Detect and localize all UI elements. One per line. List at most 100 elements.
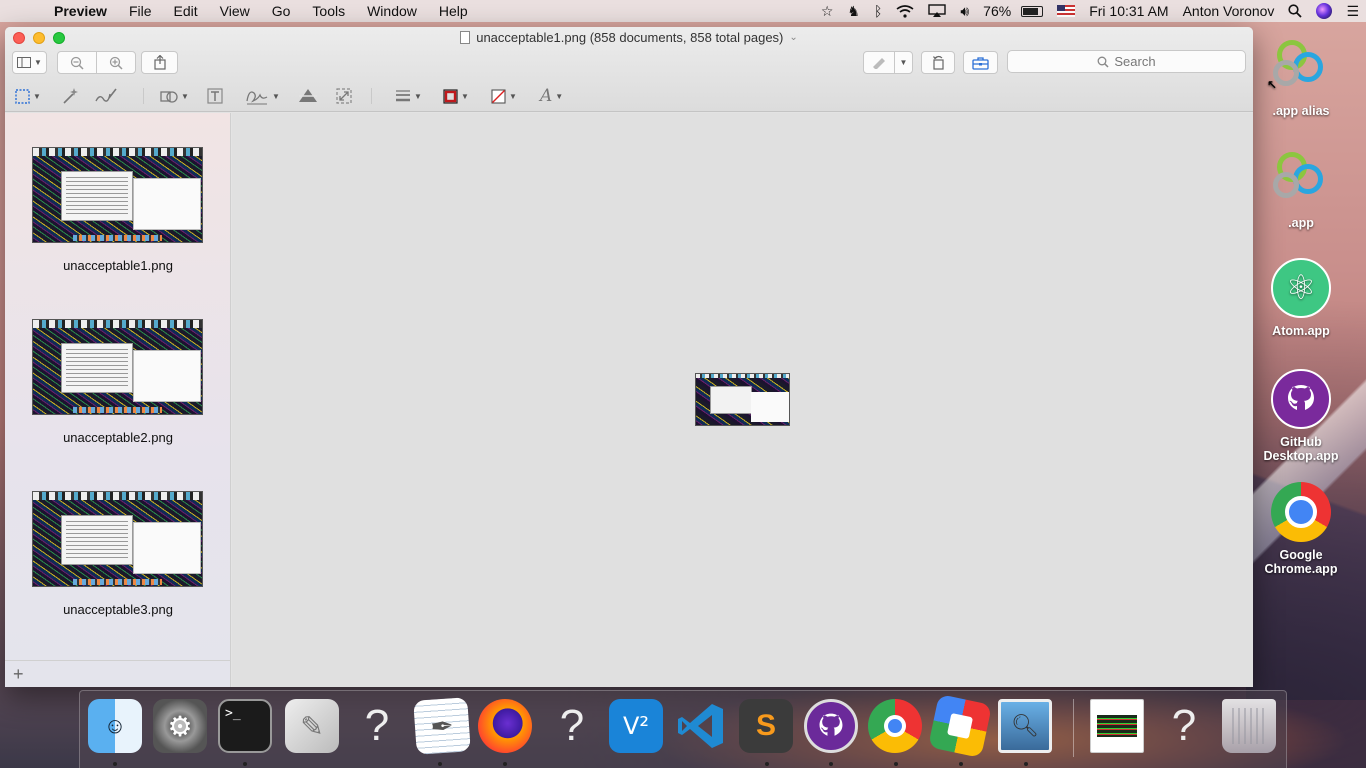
text-style-icon: A — [540, 86, 553, 106]
battery-percent[interactable]: 76% — [976, 3, 1011, 19]
volume-icon[interactable]: 🔊︎ — [953, 3, 976, 20]
desktop-icon-app[interactable]: .app — [1251, 150, 1351, 230]
running-indicator — [113, 762, 117, 766]
thumbnail-item[interactable]: unacceptable3.png — [32, 491, 204, 617]
rotate-button[interactable] — [921, 51, 955, 74]
dock-separator — [1073, 699, 1074, 757]
desktop-icon-github-desktop[interactable]: GitHub Desktop.app — [1251, 369, 1351, 463]
thumbnail-item[interactable]: unacceptable1.png — [32, 147, 204, 273]
main-toolbar: ▼ ▼ Search — [5, 50, 1253, 76]
adjust-color-icon[interactable] — [298, 85, 318, 107]
desktop-icon-label: GitHub Desktop.app — [1263, 435, 1339, 463]
thumbnail-item[interactable]: unacceptable2.png — [32, 319, 204, 445]
highlight-button[interactable] — [863, 51, 895, 74]
trash-icon[interactable] — [1222, 699, 1276, 753]
menu-window[interactable]: Window — [356, 3, 428, 19]
textedit-icon[interactable]: ✒ — [413, 697, 471, 755]
airplay-icon[interactable] — [921, 4, 953, 18]
chrome-icon — [1271, 482, 1331, 542]
script-editor-icon[interactable]: ✎ — [285, 699, 339, 753]
finder-icon[interactable]: ☺ — [88, 699, 142, 753]
desktop-icon-app-alias[interactable]: ↖ .app alias — [1251, 38, 1351, 118]
thumbnail-sidebar: unacceptable1.png unacceptable2.png unac… — [5, 113, 231, 687]
sublime-text-icon[interactable]: S — [739, 699, 793, 753]
border-color-tool[interactable]: ▼ — [443, 85, 469, 107]
thumbnail-label: unacceptable3.png — [63, 602, 173, 617]
share-button[interactable] — [141, 51, 178, 74]
status-area: ☆ ♞ ᛒ 🔊︎ 76% Fri 10:31 AM Anton Voronov … — [814, 0, 1366, 22]
visual-studio-code-icon[interactable] — [674, 699, 728, 753]
running-indicator — [1024, 762, 1028, 766]
app-rings-icon — [1271, 150, 1331, 210]
shapes-tool[interactable]: ▼ — [160, 85, 189, 107]
markup-toolbar-button[interactable] — [963, 51, 998, 74]
battery-icon[interactable] — [1011, 5, 1050, 17]
clock[interactable]: Fri 10:31 AM — [1082, 3, 1175, 19]
document-page-image[interactable] — [695, 373, 790, 426]
toolbar-divider — [371, 88, 372, 104]
sign-tool[interactable]: ▼ — [245, 85, 280, 107]
evernote-icon[interactable]: ♞ — [840, 3, 867, 20]
menu-app-name[interactable]: Preview — [54, 3, 118, 19]
menu-tools[interactable]: Tools — [301, 3, 356, 19]
menu-view[interactable]: View — [209, 3, 261, 19]
menu-help[interactable]: Help — [428, 3, 479, 19]
text-tool-icon[interactable] — [207, 85, 223, 107]
desktop-icon-atom[interactable]: ⚛ Atom.app — [1251, 258, 1351, 338]
firefox-icon[interactable] — [478, 699, 532, 753]
running-indicator — [503, 762, 507, 766]
us-flag-icon[interactable] — [1050, 5, 1082, 17]
fill-color-tool[interactable]: ▼ — [491, 85, 517, 107]
wifi-icon[interactable] — [889, 4, 921, 18]
unknown-app-icon[interactable]: ? — [1157, 699, 1211, 753]
star-icon[interactable]: ☆ — [814, 3, 841, 20]
thumbnail-label: unacceptable2.png — [63, 430, 173, 445]
github-desktop-icon[interactable] — [804, 699, 858, 753]
spotlight-icon[interactable] — [1281, 4, 1309, 18]
toolbar-divider — [143, 88, 144, 104]
notification-center-icon[interactable]: ☰ — [1339, 3, 1366, 20]
text-style-tool[interactable]: A ▼ — [540, 85, 563, 107]
cloud-app-icon[interactable] — [927, 693, 993, 759]
atom-icon: ⚛ — [1271, 258, 1331, 318]
highlight-menu-button[interactable]: ▼ — [894, 51, 913, 74]
menu-go[interactable]: Go — [261, 3, 302, 19]
bluetooth-icon[interactable]: ᛒ — [867, 3, 889, 19]
instant-alpha-icon[interactable] — [61, 85, 79, 107]
running-indicator — [438, 762, 442, 766]
preview-window: unacceptable1.png (858 documents, 858 to… — [5, 27, 1253, 687]
zoom-in-button[interactable] — [96, 51, 136, 74]
zoom-out-button[interactable] — [57, 51, 97, 74]
user-name[interactable]: Anton Voronov — [1176, 3, 1282, 19]
unknown-app-icon[interactable]: ? — [545, 699, 599, 753]
vnc-viewer-icon[interactable]: V² — [609, 699, 663, 753]
thumbnail-image[interactable] — [32, 491, 203, 587]
chevron-down-icon: ▼ — [555, 91, 564, 101]
menu-file[interactable]: File — [118, 3, 163, 19]
add-button[interactable]: + — [5, 660, 231, 687]
rect-selection-tool[interactable]: ▼ — [15, 85, 41, 107]
desktop-icon-label: .app alias — [1272, 104, 1330, 118]
preview-icon[interactable]: 🔍︎ — [998, 699, 1052, 753]
document-viewer[interactable] — [232, 113, 1253, 687]
chevron-down-icon: ▼ — [181, 91, 189, 101]
system-preferences-icon[interactable]: ⚙ — [153, 699, 207, 753]
document-file-icon[interactable] — [1090, 699, 1144, 753]
menu-edit[interactable]: Edit — [163, 3, 209, 19]
desktop-icon-google-chrome[interactable]: Google Chrome.app — [1251, 482, 1351, 576]
running-indicator — [959, 762, 963, 766]
thumbnail-image[interactable] — [32, 147, 203, 243]
siri-icon[interactable] — [1309, 3, 1339, 19]
chevron-down-icon: ▼ — [899, 58, 908, 67]
window-title[interactable]: unacceptable1.png (858 documents, 858 to… — [5, 30, 1253, 45]
sidebar-toggle-button[interactable]: ▼ — [12, 51, 47, 74]
adjust-size-icon[interactable] — [336, 85, 352, 107]
shape-style-tool[interactable]: ▼ — [395, 85, 422, 107]
app-alias-rings-icon: ↖ — [1267, 38, 1331, 98]
search-input[interactable]: Search — [1007, 50, 1246, 73]
unknown-app-icon[interactable]: ? — [350, 699, 404, 753]
google-chrome-icon[interactable] — [868, 699, 922, 753]
thumbnail-image[interactable] — [32, 319, 203, 415]
terminal-icon[interactable]: >_ — [218, 699, 272, 753]
sketch-tool-icon[interactable] — [95, 85, 117, 107]
